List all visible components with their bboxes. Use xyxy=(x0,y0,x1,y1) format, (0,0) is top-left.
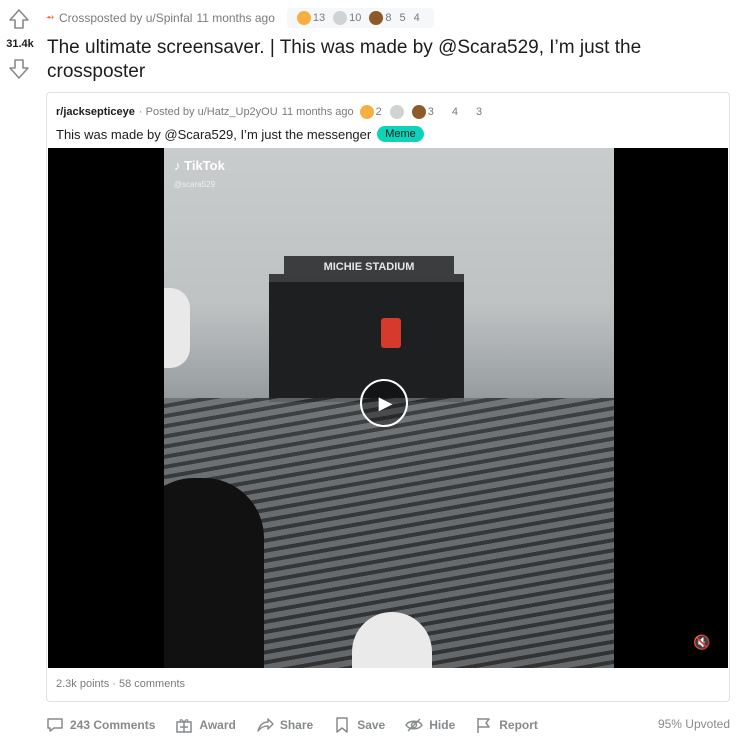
wholesome-award-icon xyxy=(333,11,348,25)
stadium-scoreboard xyxy=(269,274,464,402)
award-wholesome[interactable] xyxy=(389,105,404,119)
bear-award-icon xyxy=(369,11,384,25)
vote-score: 31.4k xyxy=(6,38,34,50)
crosspost-author[interactable]: · Posted by u/Hatz_Up2yOU xyxy=(139,106,278,118)
share-icon xyxy=(256,716,274,734)
foreground-cap xyxy=(164,288,190,368)
award-list[interactable]: 13 10 8 5 4 xyxy=(286,8,434,28)
report-button[interactable]: Report xyxy=(475,712,538,738)
post-flair[interactable]: Meme xyxy=(377,126,424,142)
crosspost-stats[interactable]: 2.3k points · 58 comments xyxy=(56,678,185,690)
foreground-figure xyxy=(164,478,264,668)
crosspost-card[interactable]: r/jacksepticeye · Posted by u/Hatz_Up2yO… xyxy=(46,92,730,702)
bear-award-icon xyxy=(411,105,426,119)
wholesome-award-icon xyxy=(389,105,404,119)
crosspost-meta: r/jacksepticeye · Posted by u/Hatz_Up2yO… xyxy=(56,103,486,121)
crosspost-title[interactable]: This was made by @Scara529, I’m just the… xyxy=(56,124,424,144)
hide-eye-icon xyxy=(405,716,424,734)
post-meta: ⥇ Crossposted by u/Spinfal 11 months ago… xyxy=(46,7,434,29)
award-bear[interactable]: 8 xyxy=(369,11,392,25)
share-button[interactable]: Share xyxy=(256,712,313,738)
award-helpful[interactable]: 2 xyxy=(359,105,382,119)
save-button[interactable]: Save xyxy=(333,712,385,738)
tiktok-watermark: ♪ TikTok xyxy=(174,158,225,173)
upvote-ratio: 95% Upvoted xyxy=(657,717,730,731)
bookmark-icon xyxy=(333,716,351,734)
stadium-sign: MICHIE STADIUM xyxy=(284,256,454,278)
flag-icon xyxy=(475,716,493,734)
crosspost-author-link[interactable]: Crossposted by u/Spinfal xyxy=(59,11,192,25)
award-count-4[interactable]: 4 xyxy=(452,106,458,118)
crosspost-time: 11 months ago xyxy=(281,106,354,118)
award-button[interactable]: Award xyxy=(175,712,236,738)
crosspost-icon: ⥇ xyxy=(46,12,54,23)
comments-button[interactable]: 243 Comments xyxy=(46,712,155,738)
award-count-5[interactable]: 3 xyxy=(476,106,482,118)
downvote-arrow-icon[interactable] xyxy=(8,58,30,80)
play-button[interactable]: ▶ xyxy=(360,379,408,427)
play-icon: ▶ xyxy=(378,392,393,413)
vote-column: 31.4k xyxy=(0,0,40,100)
upvote-arrow-icon[interactable] xyxy=(8,8,30,30)
post-action-bar: 243 Comments Award Share Save Hide Repor… xyxy=(46,712,730,738)
award-count-4[interactable]: 5 xyxy=(400,12,406,24)
award-bear[interactable]: 3 xyxy=(411,105,434,119)
helpful-award-icon xyxy=(296,11,311,25)
mute-icon[interactable]: 🔇 xyxy=(692,632,712,652)
video-player[interactable]: ♪ TikTok @scara529 MICHIE STADIUM ▶ 🔇 xyxy=(48,148,728,668)
scoreboard-logo xyxy=(381,318,401,348)
helpful-award-icon xyxy=(359,105,374,119)
crosspost-title-text: This was made by @Scara529, I’m just the… xyxy=(56,126,372,142)
tiktok-handle: @scara529 xyxy=(174,180,216,189)
hide-button[interactable]: Hide xyxy=(405,712,455,738)
crosspost-award-list[interactable]: 2 3 4 3 xyxy=(359,105,487,119)
comment-icon xyxy=(46,716,64,734)
post-time: 11 months ago xyxy=(196,11,275,25)
gift-icon xyxy=(175,716,193,734)
award-count-5[interactable]: 4 xyxy=(414,12,420,24)
award-wholesome[interactable]: 10 xyxy=(333,11,361,25)
post-title[interactable]: The ultimate screensaver. | This was mad… xyxy=(47,36,717,84)
award-helpful[interactable]: 13 xyxy=(296,11,325,25)
subreddit-link[interactable]: r/jacksepticeye xyxy=(56,106,135,118)
